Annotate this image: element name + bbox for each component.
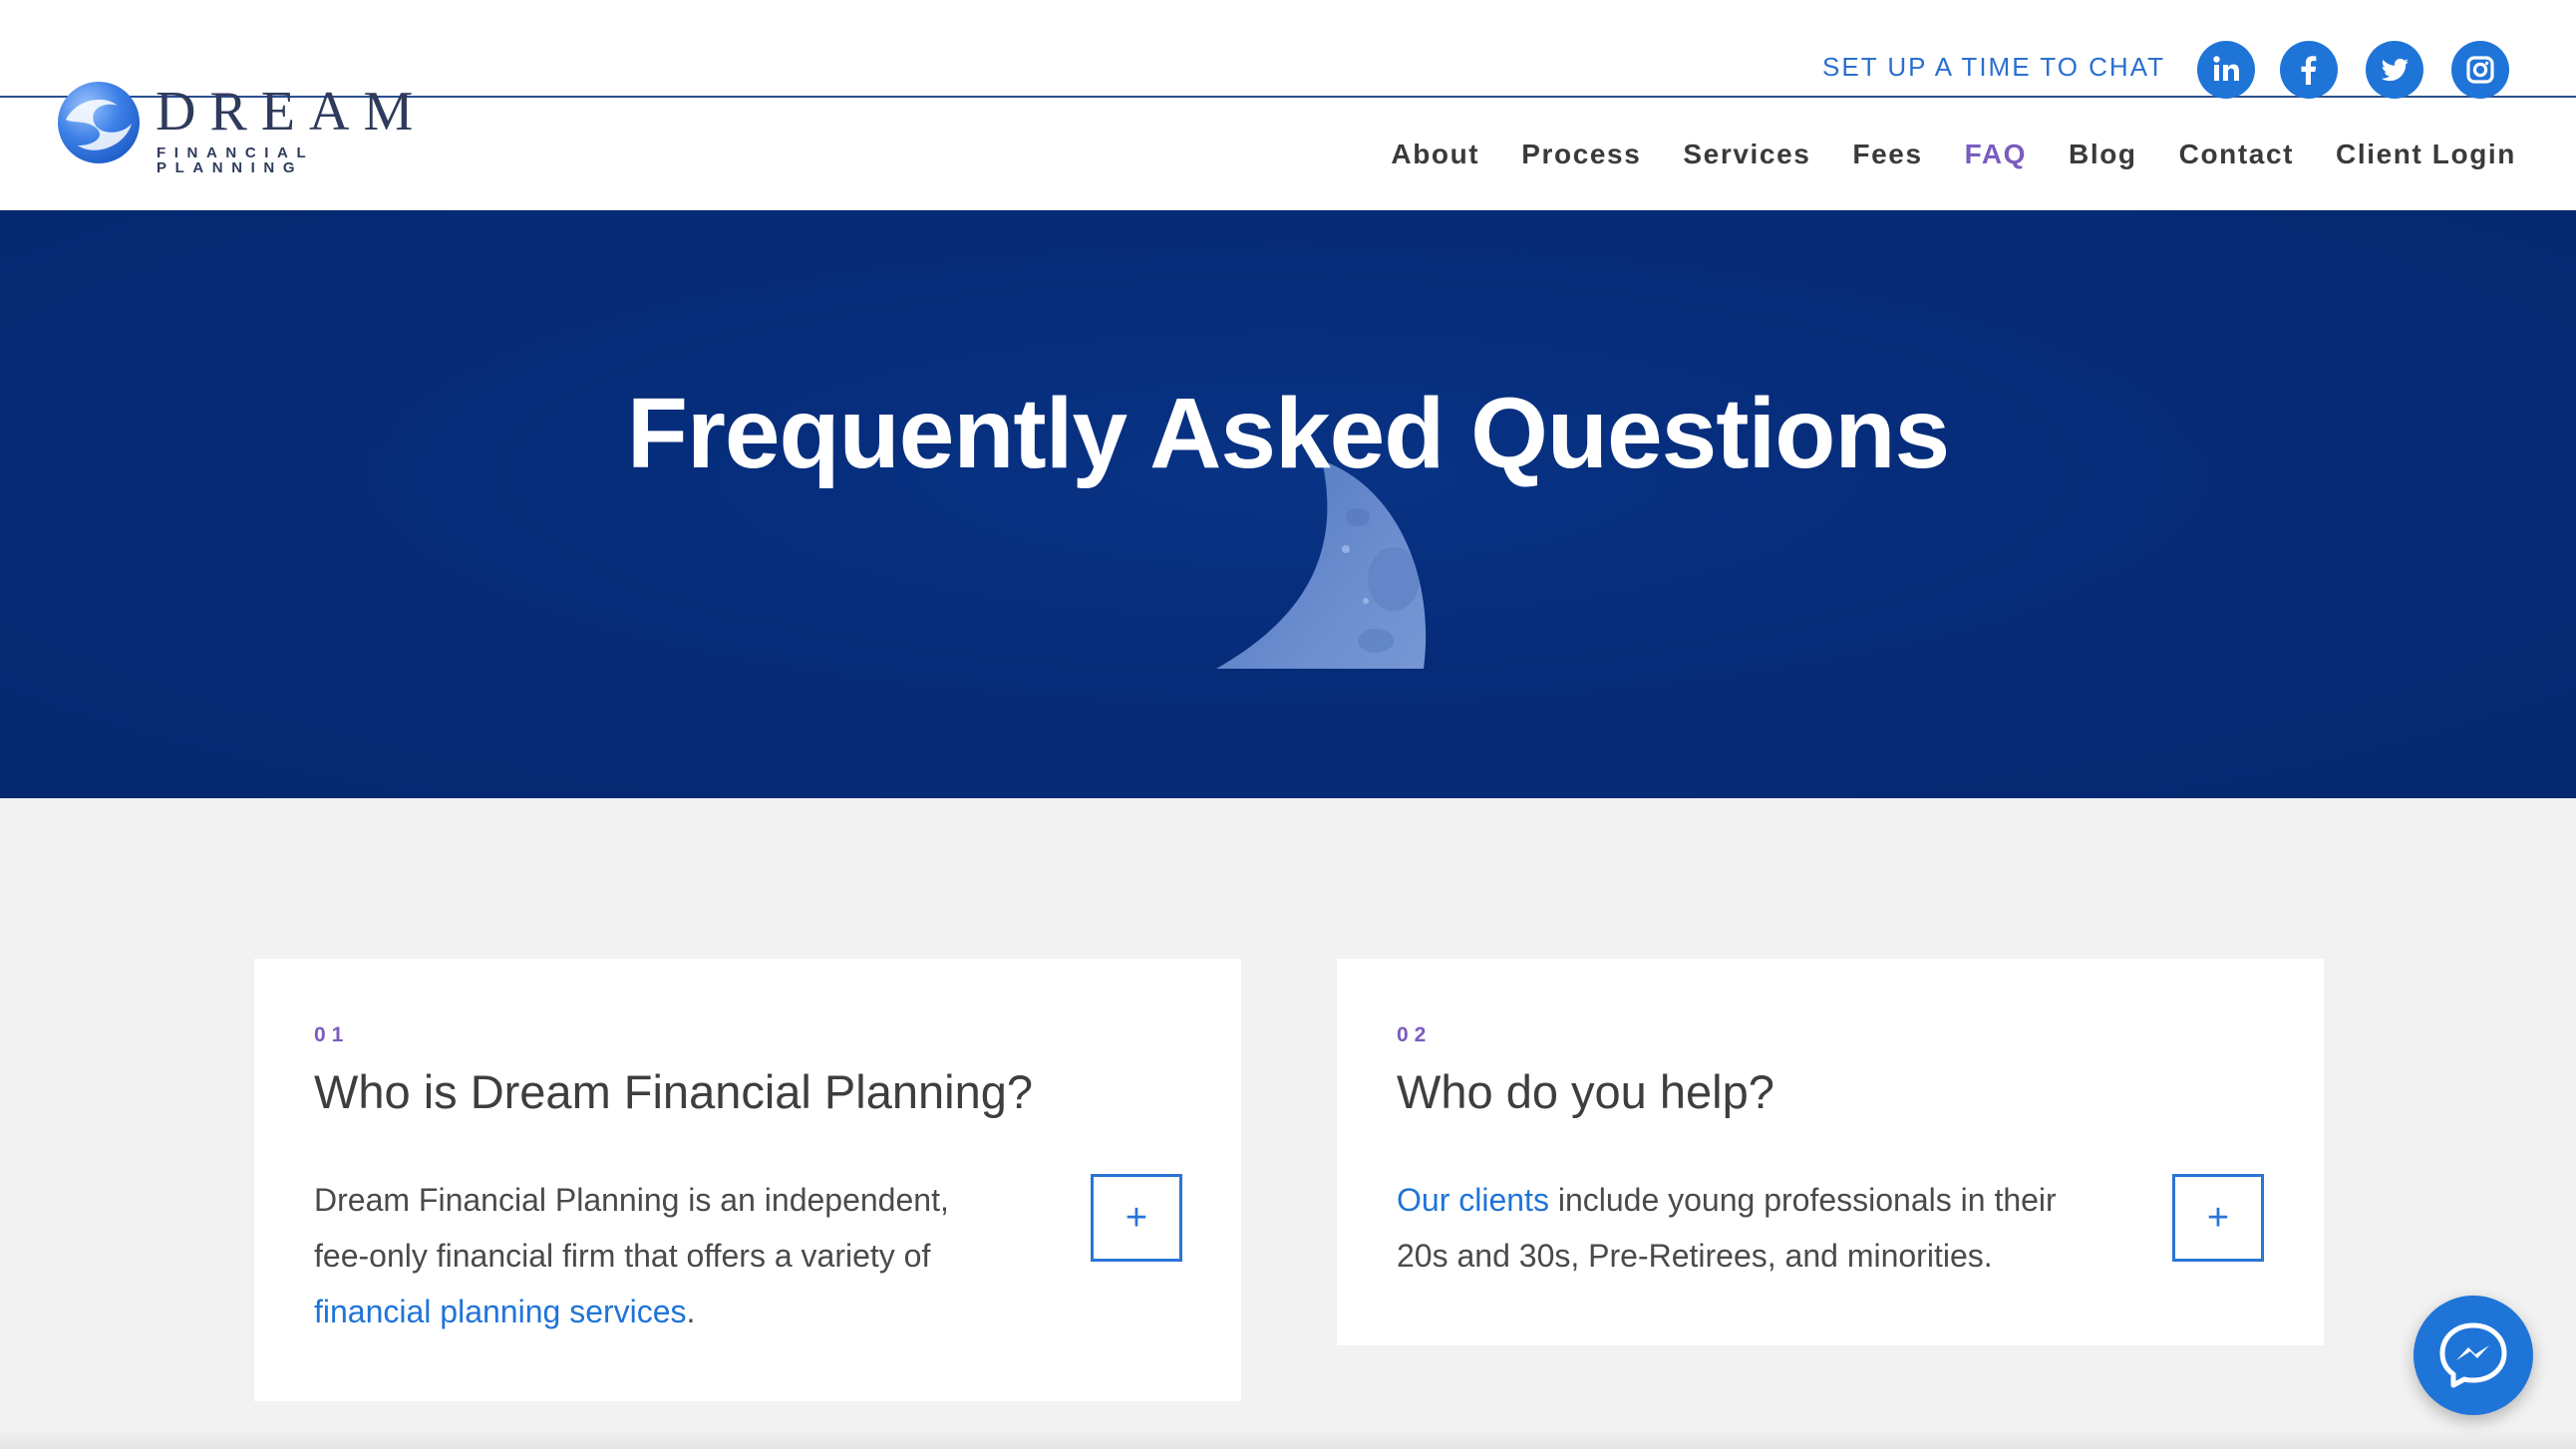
financial-planning-services-link[interactable]: financial planning services <box>314 1294 687 1329</box>
logo-wave-icon <box>58 82 140 163</box>
schedule-chat-link[interactable]: SET UP A TIME TO CHAT <box>1822 54 2165 80</box>
site-logo[interactable]: DREAM FINANCIAL PLANNING <box>56 76 428 175</box>
hero-banner: Frequently Asked Questions <box>0 210 2576 798</box>
nav-services[interactable]: Services <box>1683 138 1810 171</box>
faq-question: Who is Dream Financial Planning? <box>314 1065 1033 1118</box>
nav-faq[interactable]: FAQ <box>1965 138 2027 171</box>
page-title: Frequently Asked Questions <box>626 378 1950 489</box>
twitter-icon[interactable] <box>2366 41 2423 99</box>
faq-question: Who do you help? <box>1397 1065 1774 1118</box>
instagram-icon[interactable] <box>2451 41 2509 99</box>
facebook-icon[interactable] <box>2280 41 2338 99</box>
logo-wordmark: DREAM <box>156 81 428 143</box>
main-nav: About Process Services Fees FAQ Blog Con… <box>1349 138 2516 171</box>
page-bottom-edge <box>0 1429 2576 1449</box>
nav-about[interactable]: About <box>1391 138 1479 171</box>
messenger-icon <box>2439 1322 2507 1388</box>
faq-number: 01 <box>314 1023 350 1046</box>
expand-answer-button[interactable]: + <box>1091 1174 1182 1262</box>
linkedin-icon[interactable] <box>2197 41 2255 99</box>
faq-answer: Our clients include young professionals … <box>1397 1172 2094 1284</box>
faq-answer-text: Dream Financial Planning is an independe… <box>314 1182 949 1274</box>
faq-answer: Dream Financial Planning is an independe… <box>314 1172 1012 1339</box>
faq-number: 02 <box>1397 1023 1433 1046</box>
expand-answer-button[interactable]: + <box>2172 1174 2264 1262</box>
messenger-chat-button[interactable] <box>2414 1296 2533 1415</box>
crescent-moon-image <box>1216 460 1427 669</box>
faq-card: 02 Who do you help? Our clients include … <box>1337 959 2324 1345</box>
nav-contact[interactable]: Contact <box>2179 138 2294 171</box>
nav-blog[interactable]: Blog <box>2069 138 2137 171</box>
site-header: DREAM FINANCIAL PLANNING SET UP A TIME T… <box>0 0 2576 210</box>
faq-answer-text-end: . <box>686 1294 696 1329</box>
nav-client-login[interactable]: Client Login <box>2336 138 2516 171</box>
nav-process[interactable]: Process <box>1521 138 1641 171</box>
faq-card: 01 Who is Dream Financial Planning? Drea… <box>254 959 1241 1401</box>
nav-fees[interactable]: Fees <box>1852 138 1922 171</box>
our-clients-link[interactable]: Our clients <box>1397 1182 1549 1218</box>
logo-tagline: FINANCIAL PLANNING <box>157 145 314 176</box>
